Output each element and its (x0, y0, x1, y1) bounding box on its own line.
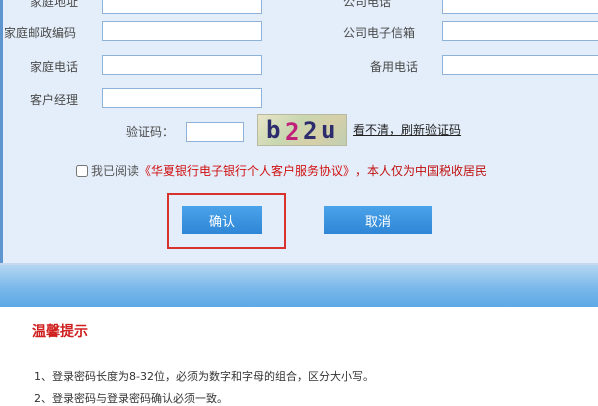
captcha-input[interactable] (186, 122, 244, 142)
label-account-manager: 客户经理 (30, 93, 79, 107)
refresh-captcha-link[interactable]: 看不清，刷新验证码 (353, 121, 461, 138)
captcha-image[interactable]: b 2 2 u (257, 114, 347, 146)
label-home-address: 家庭地址 (30, 0, 79, 9)
company-email-input[interactable] (442, 21, 598, 41)
company-phone-input[interactable] (442, 0, 598, 14)
agreement-row: 我已阅读 《华夏银行电子银行个人客户服务协议》 ，本人仅为中国税收居民 (76, 162, 487, 179)
home-address-input[interactable] (102, 0, 262, 14)
account-manager-input[interactable] (102, 88, 262, 108)
service-agreement-link[interactable]: 《华夏银行电子银行个人客户服务协议》 (139, 162, 355, 179)
cancel-button[interactable]: 取消 (324, 206, 432, 234)
tip-item-2: 2、登录密码与登录密码确认必须一致。 (34, 392, 228, 405)
footer-blue-band (0, 265, 598, 307)
home-postcode-input[interactable] (102, 21, 262, 41)
label-company-email: 公司电子信箱 (343, 26, 416, 40)
captcha-char-3: 2 (303, 117, 318, 145)
captcha-char-1: b (266, 116, 281, 144)
backup-phone-input[interactable] (442, 55, 598, 75)
tip-item-1: 1、登录密码长度为8-32位，必须为数字和字母的组合，区分大小写。 (34, 370, 374, 383)
home-phone-input[interactable] (102, 55, 262, 75)
tips-title: 温馨提示 (32, 324, 88, 340)
label-backup-phone: 备用电话 (370, 60, 419, 74)
label-home-phone: 家庭电话 (30, 60, 79, 74)
agreement-suffix: ，本人仅为中国税收居民 (355, 164, 488, 178)
captcha-char-4: u (321, 116, 336, 144)
agreement-checkbox[interactable] (76, 164, 88, 177)
panel-left-border (0, 0, 3, 265)
label-captcha: 验证码： (126, 125, 175, 139)
registration-form-panel: 家庭地址 公司电话 家庭邮政编码 公司电子信箱 家庭电话 备用电话 客户经理 验… (0, 0, 598, 265)
label-company-phone: 公司电话 (343, 0, 392, 9)
agreement-prefix: 我已阅读 (91, 164, 140, 178)
captcha-char-2: 2 (285, 118, 300, 146)
label-home-postcode: 家庭邮政编码 (4, 26, 77, 40)
confirm-highlight-box (167, 193, 286, 249)
